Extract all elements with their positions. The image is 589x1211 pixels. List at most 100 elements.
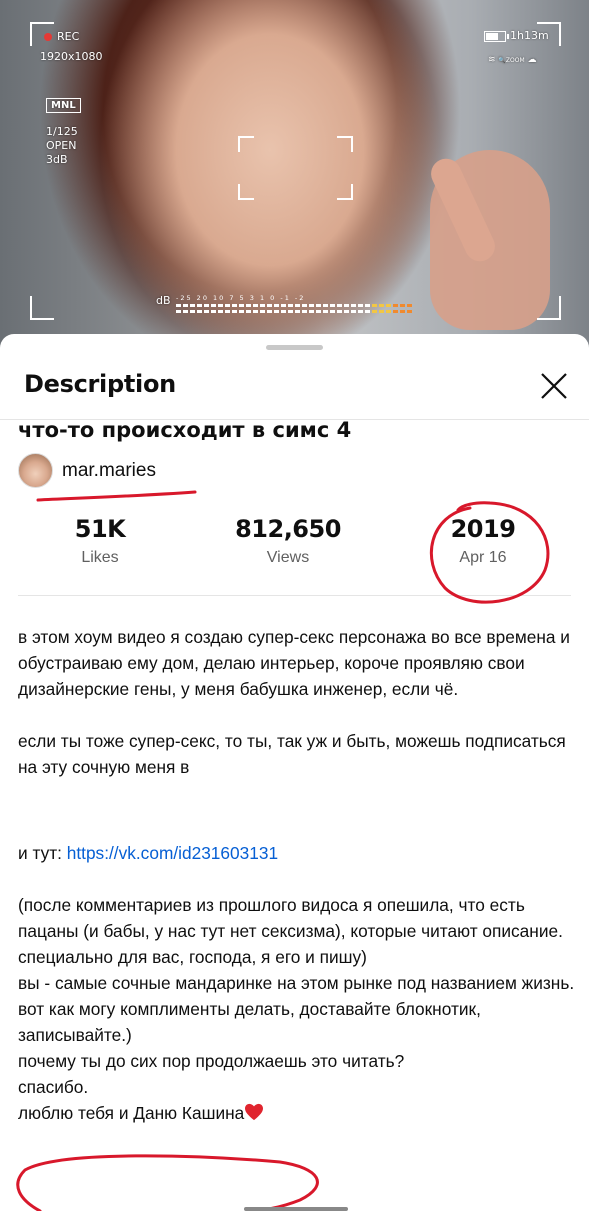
meter-segment	[358, 304, 363, 307]
meter-segment	[197, 304, 202, 307]
meter-segment	[295, 310, 300, 313]
meter-segment	[232, 304, 237, 307]
meter-segment	[400, 304, 405, 307]
frame-corner	[30, 296, 54, 320]
meter-scale: -25 20 10 7 5 3 1 0 -1 -2	[176, 294, 306, 302]
battery-icon	[484, 30, 509, 42]
meter-segment	[253, 304, 258, 307]
views-label: Views	[266, 549, 310, 566]
views-stat: 812,650 Views	[208, 515, 368, 567]
meter-segment	[281, 304, 286, 307]
meter-segment	[225, 310, 230, 313]
meter-segment	[358, 310, 363, 313]
description-paragraph: если ты тоже супер-секс, то ты, так уж и…	[18, 731, 566, 777]
meter-segment	[218, 304, 223, 307]
description-last-line: люблю тебя и Даню Кашина	[18, 1103, 245, 1123]
channel-name[interactable]: mar.maries	[62, 460, 156, 482]
meter-segment	[288, 304, 293, 307]
mode-badge: MNL	[46, 98, 81, 113]
meter-segment	[274, 310, 279, 313]
meter-segment	[211, 304, 216, 307]
shutter-label: 1/125	[46, 125, 78, 138]
gain-label: 3dB	[46, 153, 68, 166]
meter-segment	[176, 310, 181, 313]
camera-status-icons: ≋ 🔍ZOOM ☁	[488, 54, 537, 67]
description-text: в этом хоум видео я создаю супер-секс пе…	[18, 624, 580, 1126]
description-paragraph: (после комментариев из прошлого видоса я…	[18, 895, 563, 967]
home-indicator[interactable]	[244, 1207, 348, 1211]
meter-segment	[393, 304, 398, 307]
focus-corner	[238, 136, 254, 152]
likes-stat: 51K Likes	[20, 515, 180, 567]
meter-segment	[246, 310, 251, 313]
heart-icon	[245, 1103, 264, 1121]
meter-segment	[365, 310, 370, 313]
description-paragraph: почему ты до сих пор продолжаешь это чит…	[18, 1051, 405, 1071]
meter-segment	[316, 304, 321, 307]
rec-indicator: REC	[44, 30, 79, 43]
meter-segment	[211, 310, 216, 313]
meter-segment	[386, 310, 391, 313]
drag-handle[interactable]	[266, 345, 323, 350]
meter-segment	[239, 310, 244, 313]
meter-segment	[176, 304, 181, 307]
meter-segment	[197, 310, 202, 313]
close-x-icon	[541, 373, 567, 399]
resolution-label: 1920x1080	[40, 50, 103, 63]
stabilizer-icon: ≋	[488, 55, 496, 65]
meter-segment	[204, 304, 209, 307]
meter-segment	[330, 304, 335, 307]
aperture-label: OPEN	[46, 139, 77, 152]
description-paragraph: спасибо.	[18, 1077, 89, 1097]
audio-meter-row	[176, 304, 412, 307]
publish-date: Apr 16	[459, 549, 507, 566]
meter-segment	[351, 310, 356, 313]
focus-corner	[337, 136, 353, 152]
meter-segment	[232, 310, 237, 313]
likes-label: Likes	[81, 549, 119, 566]
meter-segment	[344, 310, 349, 313]
meter-segment	[386, 304, 391, 307]
meter-segment	[253, 310, 258, 313]
meter-segment	[365, 304, 370, 307]
meter-segment	[260, 304, 265, 307]
meter-segment	[295, 304, 300, 307]
meter-segment	[288, 310, 293, 313]
meter-segment	[330, 310, 335, 313]
meter-segment	[407, 310, 412, 313]
weather-icon: ☁	[527, 55, 537, 65]
meter-segment	[337, 304, 342, 307]
meter-segment	[407, 304, 412, 307]
video-player[interactable]: REC 1920x1080 MNL 1/125 OPEN 3dB 1h13m ≋…	[0, 0, 589, 348]
meter-segment	[372, 304, 377, 307]
meter-segment	[281, 310, 286, 313]
close-button[interactable]	[536, 368, 572, 404]
meter-segment	[379, 310, 384, 313]
sheet-title: Description	[24, 370, 176, 398]
meter-segment	[351, 304, 356, 307]
link-prefix: и тут:	[18, 843, 67, 863]
date-stat: 2019 Apr 16	[403, 515, 563, 567]
meter-segment	[337, 310, 342, 313]
likes-count: 51K	[74, 515, 126, 543]
channel-avatar[interactable]	[18, 453, 53, 488]
views-count: 812,650	[235, 515, 341, 543]
rec-label: REC	[57, 30, 80, 43]
description-paragraph: вот как могу комплименты делать, достава…	[18, 999, 481, 1045]
battery-indicator: 1h13m	[484, 29, 549, 42]
audio-meter-row	[176, 310, 412, 313]
meter-label: dB	[156, 294, 171, 307]
meter-segment	[204, 310, 209, 313]
meter-segment	[190, 304, 195, 307]
stats-divider	[18, 595, 571, 596]
meter-segment	[274, 304, 279, 307]
meter-segment	[323, 304, 328, 307]
meter-segment	[225, 304, 230, 307]
meter-segment	[183, 310, 188, 313]
meter-segment	[190, 310, 195, 313]
description-paragraph: в этом хоум видео я создаю супер-секс пе…	[18, 627, 570, 699]
publish-year: 2019	[450, 515, 516, 543]
meter-segment	[302, 304, 307, 307]
meter-segment	[379, 304, 384, 307]
vk-link[interactable]: https://vk.com/id231603131	[67, 843, 278, 863]
